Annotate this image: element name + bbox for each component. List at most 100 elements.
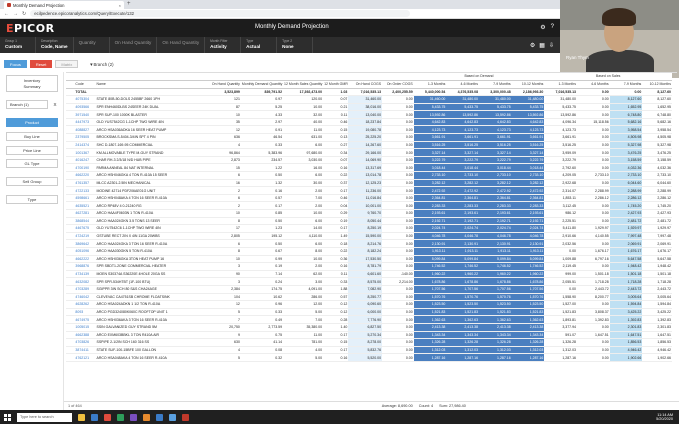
table-cell[interactable]: 2,130.91: [479, 239, 512, 248]
table-cell[interactable]: 0.75: [240, 331, 284, 340]
table-cell[interactable]: 35,380.00: [283, 323, 324, 332]
left-panel-item[interactable]: Type: [6, 195, 58, 204]
dimension-selector[interactable]: Month Filter Activity: [205, 37, 242, 53]
table-cell[interactable]: 0.00: [576, 346, 610, 355]
table-cell[interactable]: 0.00: [382, 125, 414, 135]
product-code-link[interactable]: 4598661: [74, 194, 96, 203]
table-cell[interactable]: 2,301.83: [609, 323, 643, 332]
table-cell[interactable]: 13,592.86: [446, 110, 480, 119]
table-cell[interactable]: 4,046.78: [413, 232, 447, 241]
table-cell[interactable]: 3,425.22: [642, 308, 672, 317]
table-cell[interactable]: 3,282.12: [479, 179, 512, 188]
table-cell[interactable]: 1,647.51: [609, 331, 643, 340]
table-cell[interactable]: 3,112.45: [544, 201, 577, 210]
table-cell[interactable]: 2,024.74: [413, 224, 447, 233]
table-cell[interactable]: 1,343.34: [479, 331, 512, 340]
table-cell[interactable]: 2.00: [283, 262, 324, 271]
table-cell[interactable]: 0.00: [576, 338, 610, 347]
table-cell[interactable]: 2,192.71: [479, 217, 512, 226]
table-cell[interactable]: 6,748.80: [642, 110, 672, 119]
table-cell[interactable]: 6,090.60: [348, 300, 383, 309]
table-cell[interactable]: 2,413.38: [511, 323, 545, 332]
table-cell[interactable]: 1,853.11: [544, 194, 577, 203]
table-cell[interactable]: 2,130.91: [511, 239, 545, 248]
branch-filter[interactable]: ▼Branch (2): [89, 62, 113, 67]
table-row[interactable]: 2379505 BROCKSMA S-5404-3/4IN SPT 4 PIN 63…: [66, 133, 672, 142]
settings-icon[interactable]: ⚙: [530, 42, 535, 49]
table-cell[interactable]: 16: [200, 179, 241, 188]
table-cell[interactable]: 0.46: [323, 118, 349, 127]
table-cell[interactable]: 2,193.61: [479, 209, 512, 218]
row-selector[interactable]: [66, 293, 75, 302]
table-cell[interactable]: 0.00: [382, 323, 414, 332]
product-code-link[interactable]: 1005015: [74, 323, 96, 332]
table-cell[interactable]: 0.29: [323, 209, 349, 218]
table-cell[interactable]: 1,392.83: [576, 315, 610, 324]
table-cell[interactable]: 31,480.00: [544, 95, 577, 104]
table-cell[interactable]: 15,590.00: [348, 232, 383, 241]
table-cell[interactable]: 1,678.86: [446, 277, 480, 286]
table-cell[interactable]: 4,046.78: [479, 232, 512, 241]
left-panel-item[interactable]: GL Type: [6, 159, 58, 168]
table-cell[interactable]: 0.00: [576, 239, 610, 248]
row-selector[interactable]: [66, 133, 75, 142]
table-cell[interactable]: 1,718.28: [576, 277, 610, 286]
table-cell[interactable]: 1,523.50: [479, 300, 512, 309]
table-cell[interactable]: 5,411.80: [544, 224, 577, 233]
product-code-link[interactable]: 4627281: [74, 209, 96, 218]
table-row[interactable]: 4724219 GSTUBE RECT 2IN X 4IN 11GA 20WBS 2…: [66, 232, 672, 241]
table-cell[interactable]: 2,193.61: [446, 209, 480, 218]
table-cell[interactable]: 3,327.14: [479, 148, 512, 157]
table-row[interactable]: 3971540 SPR SUP-100 1000K BLASTER 10 4.33 32…: [66, 110, 672, 119]
table-cell[interactable]: 0.17: [323, 331, 349, 340]
table-cell[interactable]: 3,018.44: [511, 163, 545, 173]
table-cell[interactable]: 9: [200, 331, 241, 340]
table-cell[interactable]: 5.00: [283, 308, 324, 317]
table-cell[interactable]: 2.00: [283, 201, 324, 210]
row-selector[interactable]: [66, 125, 75, 135]
reload-icon[interactable]: ↻: [22, 11, 26, 17]
table-cell[interactable]: 2,773.59: [240, 323, 284, 332]
table-cell[interactable]: 2,472.92: [446, 186, 480, 195]
table-cell[interactable]: 3,327.14: [413, 148, 447, 157]
column-header[interactable]: 12 Month Sales Quantity: [283, 80, 324, 89]
table-cell[interactable]: 0.00: [382, 346, 414, 355]
table-cell[interactable]: 2,283.33: [446, 201, 480, 210]
table-cell[interactable]: 2,286.12: [609, 194, 643, 203]
table-cell[interactable]: 3,958.54: [642, 125, 672, 135]
table-cell[interactable]: 2,364.81: [413, 194, 447, 203]
table-cell[interactable]: 10.62: [240, 293, 284, 302]
table-cell[interactable]: 1,362.63: [446, 315, 480, 324]
table-cell[interactable]: 1,501.18: [609, 270, 643, 279]
product-code-link[interactable]: 4761357: [74, 179, 96, 188]
table-cell[interactable]: 1,527.00: [544, 300, 577, 309]
table-cell[interactable]: 0.37: [323, 179, 349, 188]
table-cell[interactable]: 1,326.28: [446, 338, 480, 347]
table-cell[interactable]: 1,392.83: [609, 315, 643, 324]
table-cell[interactable]: 25,225.20: [348, 133, 383, 142]
table-cell[interactable]: 3,476.25: [609, 148, 643, 157]
forward-icon[interactable]: →: [13, 11, 18, 17]
table-cell[interactable]: 2,922.68: [544, 179, 577, 188]
table-cell[interactable]: 5: [200, 308, 241, 317]
row-selector[interactable]: [66, 315, 75, 324]
product-code-link[interactable]: 3968876: [74, 262, 96, 271]
table-cell[interactable]: 0.00: [382, 171, 414, 180]
table-cell[interactable]: 3,222.79: [413, 156, 447, 165]
table-cell[interactable]: 2,443.72: [576, 285, 610, 294]
table-cell[interactable]: 8,214.76: [348, 239, 383, 248]
table-cell[interactable]: 1,326.28: [511, 338, 545, 347]
table-cell[interactable]: 0.00: [382, 179, 414, 188]
table-cell[interactable]: 6: [200, 239, 241, 248]
table-cell[interactable]: 986.12: [544, 209, 577, 218]
product-code-link[interactable]: 4662222: [74, 255, 96, 264]
table-cell[interactable]: 16.00: [283, 163, 324, 173]
table-cell[interactable]: 0.00: [382, 262, 414, 271]
table-row[interactable]: 4093566 SPR ENH460DLBS 24SEER 24K DUAL 87 5…: [66, 103, 672, 112]
table-cell[interactable]: 0.50: [240, 239, 284, 248]
table-cell[interactable]: 0.28: [323, 315, 349, 324]
table-cell[interactable]: 3,282.12: [446, 179, 480, 188]
table-row[interactable]: 3874411 STATE SUF-100-15BFE 100 GALLON 4 0.…: [66, 346, 672, 355]
taskbar-app-icon[interactable]: [130, 413, 137, 421]
table-cell[interactable]: 1,521.83: [544, 308, 577, 317]
